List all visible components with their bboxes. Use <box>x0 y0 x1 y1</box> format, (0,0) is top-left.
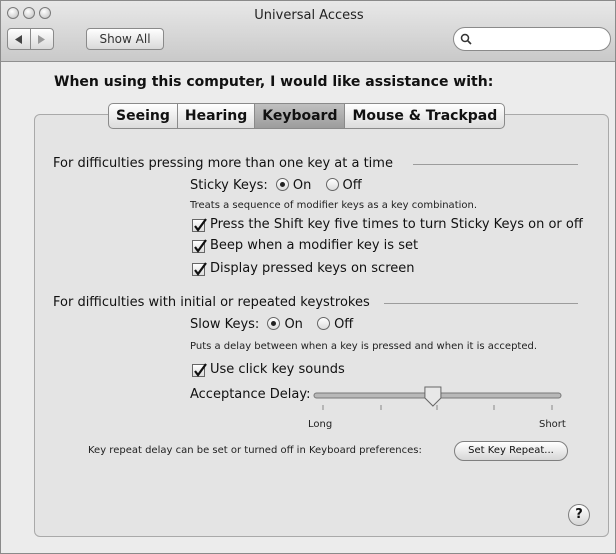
acceptance-delay-label: Acceptance Delay: <box>190 387 311 402</box>
shift-five-times-checkbox[interactable] <box>192 218 207 232</box>
key-repeat-note: Key repeat delay can be set or turned of… <box>88 445 422 456</box>
slow-off-radio[interactable]: Off <box>317 317 353 332</box>
sticky-off-radio[interactable]: Off <box>325 178 362 193</box>
slow-keys-label: Slow Keys: <box>190 317 260 332</box>
shift-five-times-label: Press the Shift key five times to turn S… <box>210 217 583 232</box>
tab-seeing[interactable]: Seeing <box>109 104 178 128</box>
sticky-on-label: On <box>292 178 312 193</box>
checkmark-icon <box>194 239 207 253</box>
beep-modifier-label: Beep when a modifier key is set <box>210 238 419 253</box>
universal-access-window: Universal Access Show All When using thi… <box>0 0 616 554</box>
sticky-on-radio[interactable]: On <box>275 178 312 193</box>
slider-long-label: Long <box>308 419 333 430</box>
radio-selected-icon <box>275 178 289 191</box>
slow-off-label: Off <box>334 317 354 332</box>
checkmark-icon <box>194 363 207 377</box>
page-heading: When using this computer, I would like a… <box>54 74 494 90</box>
back-button[interactable] <box>7 28 31 50</box>
forward-arrow-icon <box>38 34 45 44</box>
search-icon <box>460 33 472 45</box>
help-button[interactable]: ? <box>568 504 590 526</box>
radio-selected-icon <box>267 317 281 330</box>
display-keys-checkbox[interactable] <box>192 262 207 276</box>
display-keys-label: Display pressed keys on screen <box>210 261 415 276</box>
sticky-keys-row: Sticky Keys: On Off <box>190 178 362 193</box>
click-sounds-checkbox[interactable] <box>192 363 207 377</box>
tab-mouse-trackpad[interactable]: Mouse & Trackpad <box>345 104 504 128</box>
slow-description: Puts a delay between when a key is press… <box>190 341 538 352</box>
forward-button[interactable] <box>30 28 54 50</box>
show-all-button[interactable]: Show All <box>86 28 164 50</box>
search-field[interactable] <box>453 27 611 51</box>
back-arrow-icon <box>15 34 22 44</box>
sticky-off-label: Off <box>342 178 362 193</box>
set-key-repeat-button[interactable]: Set Key Repeat... <box>454 441 568 461</box>
radio-icon <box>317 317 331 330</box>
slow-section-title: For difficulties with initial or repeate… <box>53 295 370 310</box>
slow-on-radio[interactable]: On <box>267 317 303 332</box>
slider-thumb <box>424 386 442 407</box>
sticky-section-title: For difficulties pressing more than one … <box>53 156 393 171</box>
tab-keyboard[interactable]: Keyboard <box>255 104 346 128</box>
slow-section-divider <box>384 303 578 304</box>
title-bar: Universal Access Show All <box>1 1 615 62</box>
click-sounds-label: Use click key sounds <box>210 362 345 377</box>
checkmark-icon <box>194 262 207 276</box>
sticky-description: Treats a sequence of modifier keys as a … <box>190 200 478 211</box>
sticky-keys-label: Sticky Keys: <box>190 178 268 193</box>
beep-modifier-checkbox[interactable] <box>192 239 207 253</box>
tab-bar: Seeing Hearing Keyboard Mouse & Trackpad <box>108 103 506 129</box>
slow-keys-row: Slow Keys: On Off <box>190 317 353 332</box>
window-title: Universal Access <box>254 8 364 23</box>
slider-short-label: Short <box>539 419 566 430</box>
slow-on-label: On <box>284 317 303 332</box>
radio-icon <box>325 178 339 191</box>
acceptance-delay-slider[interactable] <box>309 385 569 415</box>
sticky-section-divider <box>413 164 578 165</box>
checkmark-icon <box>194 218 207 232</box>
tab-hearing[interactable]: Hearing <box>178 104 256 128</box>
